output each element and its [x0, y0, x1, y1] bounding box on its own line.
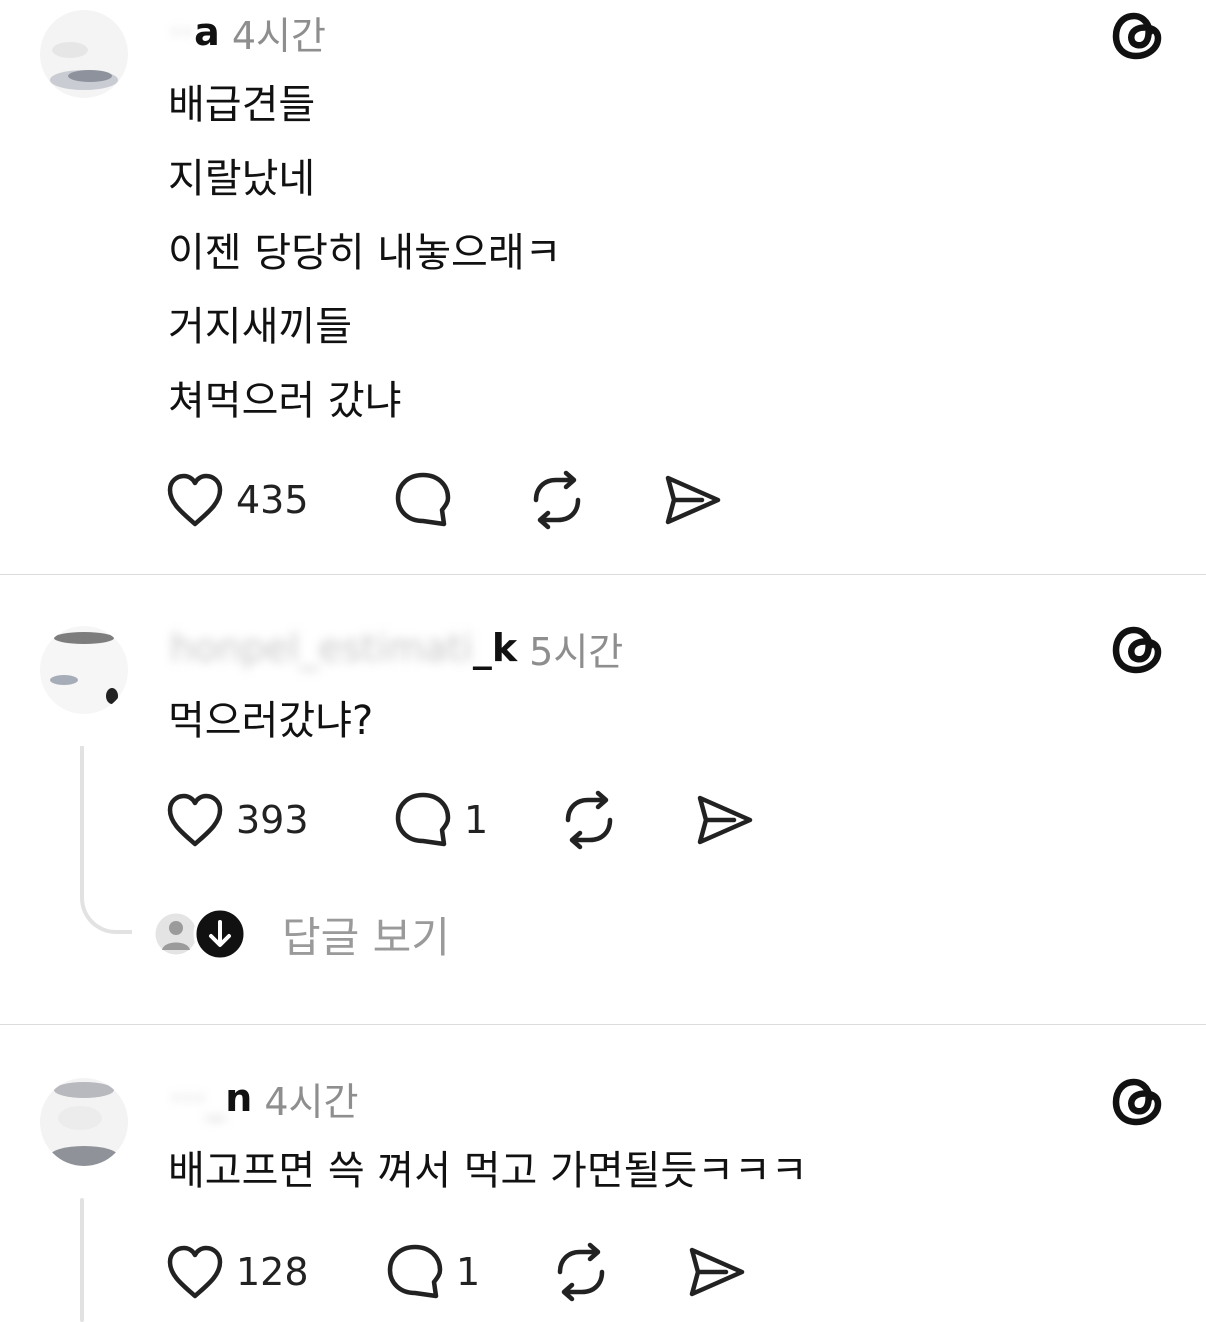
post-header: honpel_estimati_k 5시간	[170, 626, 623, 674]
send-icon	[689, 1247, 745, 1297]
view-replies-button[interactable]: 답글 보기	[150, 906, 450, 962]
like-count: 393	[236, 798, 309, 842]
username[interactable]: ···_n	[170, 1076, 252, 1120]
reply-count: 1	[464, 798, 489, 842]
view-replies-label: 답글 보기	[282, 912, 450, 962]
like-count: 435	[236, 478, 309, 522]
post-text: 배급견들 지랄났네 이젠 당당히 내놓으래ㅋ 거지새끼들 쳐먹으러 갔냐	[168, 68, 561, 438]
repost-icon	[557, 1242, 605, 1302]
like-button[interactable]: 393	[164, 790, 309, 850]
post-text: 먹으러갔냐?	[168, 684, 373, 758]
post-text: 배고프면 쓱 껴서 먹고 가면될듯ㅋㅋㅋ	[168, 1134, 808, 1208]
timestamp: 4시간	[264, 1079, 359, 1124]
post-header: ···_n 4시간	[170, 1076, 358, 1124]
repost-icon	[565, 790, 613, 850]
post-line: 배고프면 쓱 껴서 먹고 가면될듯ㅋㅋㅋ	[168, 1148, 808, 1194]
comment-bubble-icon	[395, 472, 451, 527]
post-header: ··a 4시간	[170, 10, 326, 58]
like-button[interactable]: 128	[164, 1242, 309, 1302]
like-button[interactable]: 435	[164, 470, 309, 530]
comment-button[interactable]	[392, 470, 454, 530]
threads-logo-icon[interactable]	[1106, 4, 1170, 68]
send-icon	[665, 475, 721, 525]
reply-count: 1	[456, 1250, 481, 1294]
repost-icon	[533, 470, 581, 530]
send-icon	[697, 795, 753, 845]
comment-button[interactable]: 1	[392, 790, 488, 850]
avatar[interactable]	[40, 10, 128, 98]
post-line: 먹으러갔냐?	[168, 698, 374, 744]
post-line: 배급견들	[168, 82, 316, 128]
timestamp: 4시간	[231, 13, 326, 58]
username[interactable]: ··a	[170, 10, 220, 54]
share-button[interactable]	[662, 470, 724, 530]
heart-icon	[167, 793, 223, 847]
divider	[0, 574, 1206, 575]
repost-button[interactable]	[550, 1242, 612, 1302]
like-count: 128	[236, 1250, 309, 1294]
comment-button[interactable]: 1	[384, 1242, 480, 1302]
post-line: 거지새끼들	[168, 304, 352, 350]
share-button[interactable]	[694, 790, 756, 850]
divider	[0, 1024, 1206, 1025]
username[interactable]: honpel_estimati_k	[170, 626, 517, 670]
repost-button[interactable]	[526, 470, 588, 530]
threads-logo-icon[interactable]	[1106, 618, 1170, 682]
heart-icon	[167, 1245, 223, 1299]
reply-avatars-icon	[152, 907, 247, 961]
threads-logo-icon[interactable]	[1106, 1070, 1170, 1134]
comment-bubble-icon	[387, 1244, 443, 1299]
post-line: 쳐먹으러 갔냐	[168, 378, 402, 424]
heart-icon	[167, 473, 223, 527]
post-line: 이젠 당당히 내놓으래ㅋ	[168, 230, 562, 276]
avatar[interactable]	[40, 626, 128, 714]
comment-bubble-icon	[395, 792, 451, 847]
timestamp: 5시간	[529, 629, 624, 674]
post-line: 지랄났네	[168, 156, 316, 202]
repost-button[interactable]	[558, 790, 620, 850]
thread-connector	[80, 746, 132, 934]
thread-connector	[80, 1198, 84, 1322]
share-button[interactable]	[686, 1242, 748, 1302]
avatar[interactable]	[40, 1078, 128, 1166]
